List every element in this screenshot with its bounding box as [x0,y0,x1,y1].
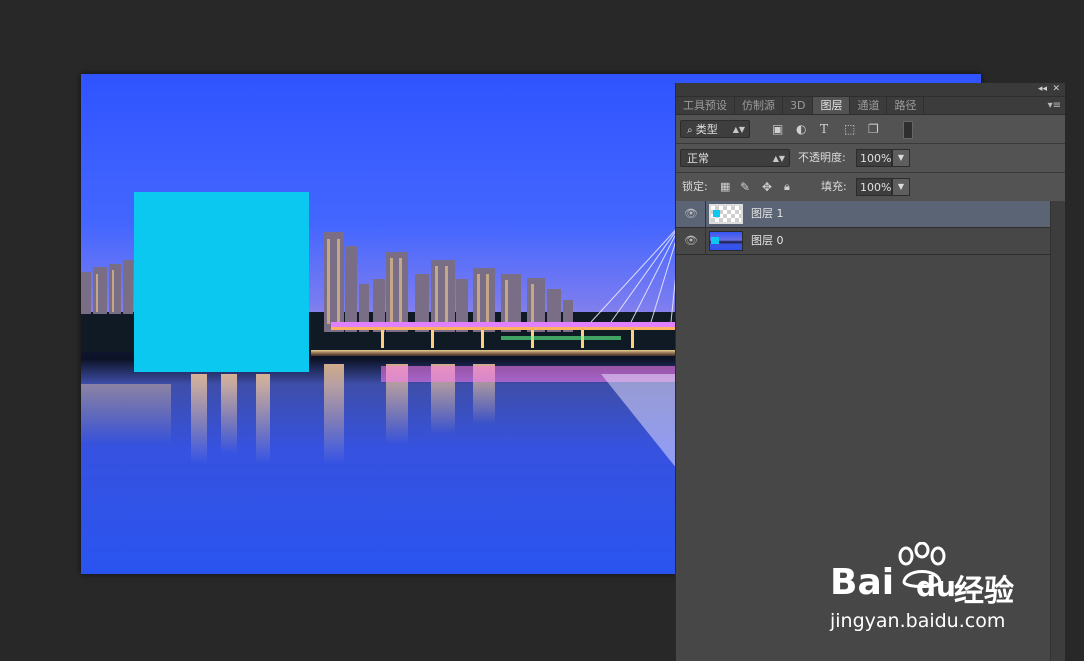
updown-arrow-icon: ▲▼ [772,154,785,163]
layer-row-0[interactable]: 👁︎ 图层 0 [676,228,1050,255]
filter-kind-dropdown[interactable]: ⌕ 类型 ▲▼ [680,120,750,138]
tab-clone-source[interactable]: 仿制源 [735,97,783,114]
eye-icon[interactable]: 👁︎ [684,228,698,254]
panel-tabs: 工具预设 仿制源 3D 图层 通道 路径 ▾≡ [676,97,1065,115]
layer-thumbnail [709,204,743,224]
filter-toggle-switch[interactable] [903,121,913,139]
tab-3d[interactable]: 3D [783,97,814,114]
layer-filter-row: ⌕ 类型 ▲▼ ▣ ◐ T ⬚ ❐ [676,115,1065,144]
layer-name[interactable]: 图层 1 [751,201,784,227]
lock-row: 锁定: ▦ ✎ ✥ 🔒︎ 填充: 100% ▼ [676,173,1065,202]
watermark-url: jingyan.baidu.com [830,610,1006,632]
panel-topbar: ◂◂ ✕ [676,83,1065,97]
double-chevron-left-icon[interactable]: ◂◂ [1038,83,1047,96]
layer-thumbnail [709,231,743,251]
divider [705,201,706,227]
updown-arrow-icon: ▲▼ [732,125,745,134]
tab-layers[interactable]: 图层 [813,97,851,114]
blend-mode-dropdown[interactable]: 正常 ▲▼ [680,149,790,167]
layer-name[interactable]: 图层 0 [751,228,784,254]
tab-channels[interactable]: 通道 [850,97,888,114]
opacity-label: 不透明度: [798,151,846,164]
layer-row-1[interactable]: 👁︎ 图层 1 [676,201,1050,228]
cyan-rectangle-layer[interactable] [134,192,309,372]
lock-label: 锁定: [682,180,708,193]
lock-all-icon[interactable]: 🔒︎ [784,173,790,201]
lock-position-icon[interactable]: ✥ [762,173,772,201]
type-filter-icon[interactable]: T [820,115,828,143]
fill-input[interactable]: 100% [856,178,892,196]
panel-menu-icon[interactable]: ▾≡ [1048,97,1061,114]
watermark-brand: Bai [830,562,895,603]
image-filter-icon[interactable]: ▣ [772,115,783,143]
blend-row: 正常 ▲▼ 不透明度: 100% ▼ [676,144,1065,173]
fill-label: 填充: [821,180,847,193]
adjustment-filter-icon[interactable]: ◐ [796,115,806,143]
eye-icon[interactable]: 👁︎ [684,201,698,227]
fill-dropdown-button[interactable]: ▼ [892,178,910,196]
layers-scrollbar[interactable] [1050,201,1065,661]
tab-paths[interactable]: 路径 [887,97,925,114]
baidu-jingyan-watermark: Bai du 经验 jingyan.baidu.com [830,540,1030,635]
tab-tool-presets[interactable]: 工具预设 [676,97,735,114]
shape-filter-icon[interactable]: ⬚ [844,115,855,143]
opacity-input[interactable]: 100% [856,149,892,167]
opacity-dropdown-button[interactable]: ▼ [892,149,910,167]
watermark-brand-tail: du [916,570,956,603]
search-icon: ⌕ [687,125,696,136]
filter-kind-label: 类型 [695,123,718,136]
smart-object-filter-icon[interactable]: ❐ [868,115,879,143]
divider [705,228,706,254]
lock-transparent-icon[interactable]: ▦ [720,173,730,201]
blend-mode-value: 正常 [687,152,709,165]
lock-paint-icon[interactable]: ✎ [740,173,750,201]
close-icon[interactable]: ✕ [1052,83,1060,96]
watermark-suffix: 经验 [954,574,1014,609]
layer-list: 👁︎ 图层 1 👁︎ 图层 0 [676,201,1050,255]
